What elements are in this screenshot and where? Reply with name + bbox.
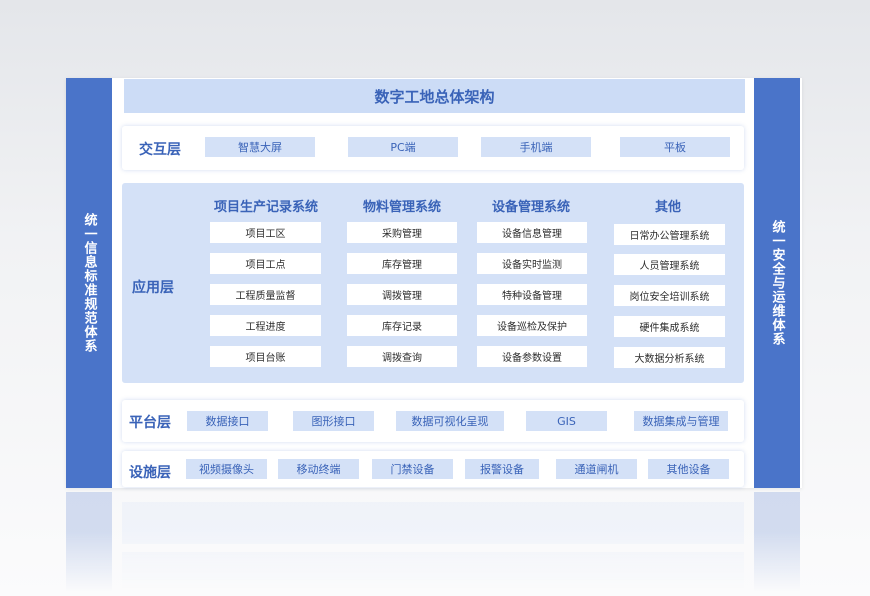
system-item: 大数据分析系统 bbox=[614, 347, 725, 368]
interaction-item: PC端 bbox=[348, 137, 458, 157]
application-layer-panel: 应用层 项目生产记录系统 物料管理系统 设备管理系统 其他 项目工区 项目工点 … bbox=[122, 183, 744, 383]
infrastructure-item: 通道闸机 bbox=[556, 459, 637, 479]
infrastructure-item: 视频摄像头 bbox=[186, 459, 267, 479]
infrastructure-item: 门禁设备 bbox=[372, 459, 453, 479]
infrastructure-layer-panel: 设施层 视频摄像头 移动终端 门禁设备 报警设备 通道闸机 其他设备 bbox=[122, 451, 744, 487]
right-banner: 统一安全与运维体系 bbox=[754, 78, 800, 488]
application-layer-label: 应用层 bbox=[132, 280, 174, 296]
platform-item: 数据接口 bbox=[187, 411, 268, 431]
platform-item: 图形接口 bbox=[293, 411, 374, 431]
infrastructure-layer-label: 设施层 bbox=[129, 465, 171, 481]
left-banner: 统一信息标准规范体系 bbox=[66, 78, 112, 488]
infrastructure-item: 其他设备 bbox=[648, 459, 729, 479]
system-item: 硬件集成系统 bbox=[614, 316, 725, 337]
floor-reflection bbox=[66, 492, 802, 592]
infrastructure-item: 报警设备 bbox=[465, 459, 539, 479]
platform-item: GIS bbox=[526, 411, 607, 431]
interaction-item: 智慧大屏 bbox=[205, 137, 315, 157]
interaction-item: 手机端 bbox=[481, 137, 591, 157]
system-item: 设备实时监测 bbox=[477, 253, 587, 274]
system-item: 设备信息管理 bbox=[477, 222, 587, 243]
system-item: 设备巡检及保护 bbox=[477, 315, 587, 336]
system-title: 物料管理系统 bbox=[362, 200, 441, 215]
system-item: 库存记录 bbox=[347, 315, 457, 336]
system-item: 特种设备管理 bbox=[477, 284, 587, 305]
interaction-layer-label: 交互层 bbox=[139, 142, 181, 158]
system-item: 工程进度 bbox=[210, 315, 321, 336]
infrastructure-item: 移动终端 bbox=[278, 459, 359, 479]
platform-item: 数据集成与管理 bbox=[634, 411, 728, 431]
system-item: 岗位安全培训系统 bbox=[614, 285, 725, 306]
platform-item: 数据可视化呈现 bbox=[396, 411, 504, 431]
platform-layer-panel: 平台层 数据接口 图形接口 数据可视化呈现 GIS 数据集成与管理 bbox=[122, 400, 744, 442]
system-item: 采购管理 bbox=[347, 222, 457, 243]
platform-layer-label: 平台层 bbox=[129, 415, 171, 431]
system-title: 设备管理系统 bbox=[491, 200, 570, 215]
system-item: 人员管理系统 bbox=[614, 254, 725, 275]
system-item: 日常办公管理系统 bbox=[614, 224, 725, 245]
interaction-layer-panel: 交互层 智慧大屏 PC端 手机端 平板 bbox=[122, 126, 744, 170]
system-item: 项目台账 bbox=[210, 346, 321, 367]
system-item: 调拨查询 bbox=[347, 346, 457, 367]
system-item: 项目工点 bbox=[210, 253, 321, 274]
system-item: 库存管理 bbox=[347, 253, 457, 274]
system-item: 调拨管理 bbox=[347, 284, 457, 305]
right-banner-text: 统一安全与运维体系 bbox=[769, 220, 785, 346]
system-item: 工程质量监督 bbox=[210, 284, 321, 305]
interaction-item: 平板 bbox=[620, 137, 730, 157]
diagram-title: 数字工地总体架构 bbox=[124, 79, 745, 113]
system-title: 其他 bbox=[654, 200, 681, 215]
system-title: 项目生产记录系统 bbox=[213, 200, 318, 215]
system-item: 设备参数设置 bbox=[477, 346, 587, 367]
left-banner-text: 统一信息标准规范体系 bbox=[81, 213, 97, 353]
system-item: 项目工区 bbox=[210, 222, 321, 243]
